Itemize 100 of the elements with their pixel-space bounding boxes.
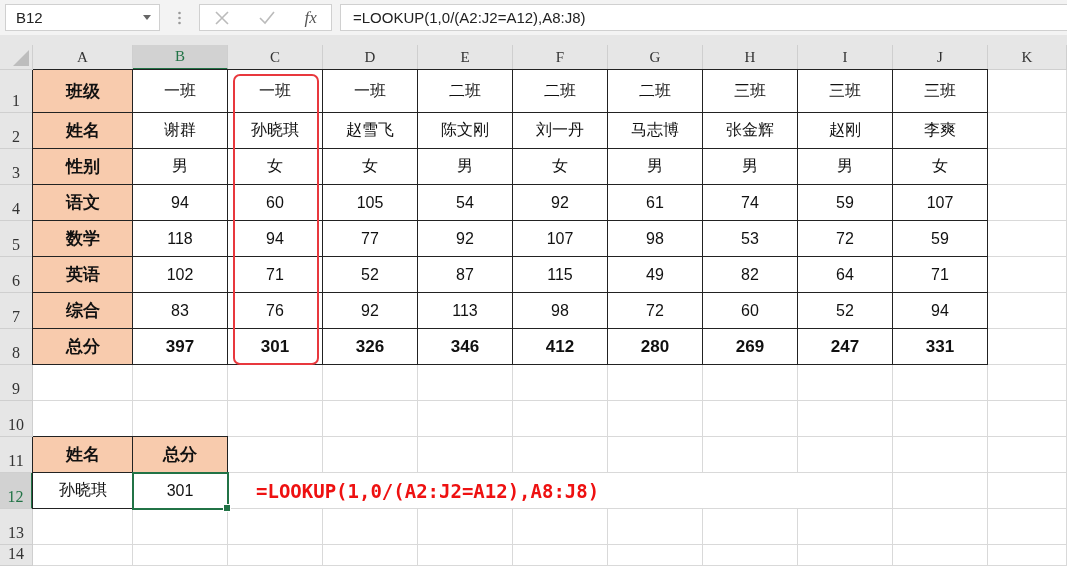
empty-cell[interactable] [228,401,323,437]
empty-cell[interactable] [418,401,513,437]
check-icon[interactable] [258,9,277,26]
empty-cell[interactable] [608,509,703,545]
row-header[interactable]: 3 [0,149,33,185]
empty-cell[interactable] [703,401,798,437]
insert-function-button[interactable]: fx [304,7,317,28]
table-cell: 赵刚 [798,113,893,149]
column-header[interactable]: J [893,45,988,70]
table-cell: 男 [703,149,798,185]
row-header[interactable]: 10 [0,401,33,437]
column-header[interactable]: I [798,45,893,70]
empty-cell[interactable] [893,545,988,566]
table-cell: 总分 [133,437,228,473]
empty-cell[interactable] [608,545,703,566]
row-header[interactable]: 1 [0,70,33,113]
empty-cell[interactable] [798,545,893,566]
formula-bar[interactable]: =LOOKUP(1,0/(A2:J2=A12),A8:J8) [340,4,1067,31]
empty-cell[interactable] [133,365,228,401]
empty-cell[interactable] [988,293,1067,329]
empty-cell[interactable] [323,509,418,545]
fill-handle[interactable] [223,504,231,512]
empty-cell[interactable] [133,545,228,566]
row-header[interactable]: 4 [0,185,33,221]
table-cell: 98 [513,293,608,329]
empty-cell[interactable] [893,365,988,401]
empty-cell[interactable] [988,149,1067,185]
table-cell: 英语 [33,257,133,293]
name-box[interactable]: B12 [5,4,160,31]
empty-cell[interactable] [418,365,513,401]
column-header[interactable]: D [323,45,418,70]
table-cell: 94 [893,293,988,329]
empty-cell[interactable] [133,509,228,545]
empty-cell[interactable] [323,545,418,566]
empty-cell[interactable] [893,437,988,473]
empty-cell[interactable] [418,437,513,473]
column-header[interactable]: A [33,45,133,70]
empty-cell[interactable] [893,473,988,509]
column-header[interactable]: B [133,45,228,70]
empty-cell[interactable] [988,437,1067,473]
empty-cell[interactable] [323,401,418,437]
empty-cell[interactable] [608,401,703,437]
empty-cell[interactable] [513,545,608,566]
column-header[interactable]: K [988,45,1067,70]
column-header[interactable]: F [513,45,608,70]
row-header[interactable]: 8 [0,329,33,365]
empty-cell[interactable] [228,545,323,566]
empty-cell[interactable] [703,365,798,401]
empty-cell[interactable] [228,365,323,401]
column-header[interactable]: E [418,45,513,70]
empty-cell[interactable] [798,509,893,545]
empty-cell[interactable] [798,437,893,473]
empty-cell[interactable] [988,113,1067,149]
empty-cell[interactable] [798,401,893,437]
empty-cell[interactable] [513,509,608,545]
column-header[interactable]: G [608,45,703,70]
empty-cell[interactable] [893,401,988,437]
column-header[interactable]: C [228,45,323,70]
empty-cell[interactable] [988,365,1067,401]
row-header[interactable]: 9 [0,365,33,401]
row-header[interactable]: 2 [0,113,33,149]
empty-cell[interactable] [513,401,608,437]
empty-cell[interactable] [228,509,323,545]
empty-cell[interactable] [988,509,1067,545]
empty-cell[interactable] [988,70,1067,113]
cancel-icon[interactable] [214,9,231,26]
empty-cell[interactable] [798,365,893,401]
empty-cell[interactable] [703,437,798,473]
empty-cell[interactable] [323,365,418,401]
empty-cell[interactable] [323,437,418,473]
empty-cell[interactable] [418,545,513,566]
row-header[interactable]: 6 [0,257,33,293]
empty-cell[interactable] [988,401,1067,437]
empty-cell[interactable] [513,365,608,401]
row-header[interactable]: 13 [0,509,33,545]
row-header[interactable]: 14 [0,545,33,566]
empty-cell[interactable] [988,329,1067,365]
row-header[interactable]: 12 [0,473,33,509]
empty-cell[interactable] [418,509,513,545]
empty-cell[interactable] [988,257,1067,293]
row-header[interactable]: 7 [0,293,33,329]
empty-cell[interactable] [988,185,1067,221]
empty-cell[interactable] [703,545,798,566]
column-header[interactable]: H [703,45,798,70]
table-cell: 60 [703,293,798,329]
empty-cell[interactable] [608,437,703,473]
table-cell: 52 [798,293,893,329]
row-header[interactable]: 11 [0,437,33,473]
select-all-icon[interactable] [13,50,29,66]
empty-cell[interactable] [513,437,608,473]
empty-cell[interactable] [988,473,1067,509]
table-cell: 一班 [323,70,418,113]
table-cell: 数学 [33,221,133,257]
empty-cell[interactable] [988,545,1067,566]
empty-cell[interactable] [703,509,798,545]
row-header[interactable]: 5 [0,221,33,257]
empty-cell[interactable] [893,509,988,545]
table-cell: 54 [418,185,513,221]
empty-cell[interactable] [988,221,1067,257]
empty-cell[interactable] [608,365,703,401]
